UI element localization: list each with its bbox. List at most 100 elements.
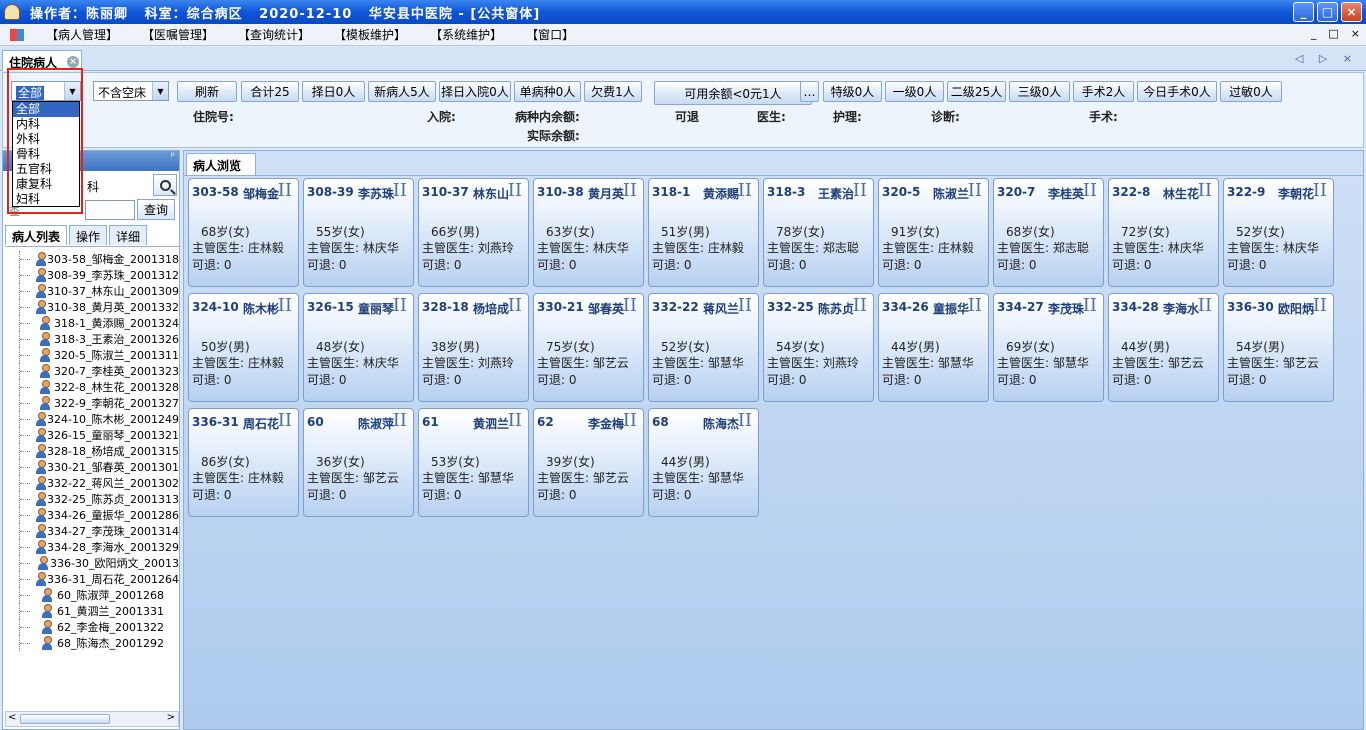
tab-close-icon[interactable]: ×: [67, 56, 79, 68]
horizontal-scrollbar[interactable]: < >: [5, 711, 179, 727]
search-button[interactable]: [153, 174, 177, 196]
patient-card[interactable]: 322-8 林生花 II 72岁(女) 主管医生: 林庆华 可退: 0: [1108, 178, 1219, 287]
patient-card[interactable]: 328-18 杨培成 II 38岁(男) 主管医生: 刘燕玲 可退: 0: [418, 293, 529, 402]
mdi-close-button[interactable]: ×: [1351, 27, 1360, 40]
arrears-button[interactable]: 欠费1人: [584, 81, 642, 102]
patient-card[interactable]: 322-9 李朝花 II 52岁(女) 主管医生: 林庆华 可退: 0: [1223, 178, 1334, 287]
allergy-button[interactable]: 过敏0人: [1220, 81, 1282, 102]
tree-item-patient[interactable]: 62_李金梅_2001322: [5, 619, 179, 635]
patient-card[interactable]: 310-38 黄月英 II 63岁(女) 主管医生: 林庆华 可退: 0: [533, 178, 644, 287]
tree-item-patient[interactable]: 336-31_周石花_2001264: [5, 571, 179, 587]
maximize-button[interactable]: □: [1317, 2, 1338, 22]
tree-item-patient[interactable]: 322-8_林生花_2001328: [5, 379, 179, 395]
patient-card[interactable]: 320-7 李桂英 II 68岁(女) 主管医生: 郑志聪 可退: 0: [993, 178, 1104, 287]
tree-item-patient[interactable]: 334-28_李海水_2001329: [5, 539, 179, 555]
tree-item-patient[interactable]: 328-18_杨培成_2001315: [5, 443, 179, 459]
scheduled-button[interactable]: 择日0人: [302, 81, 365, 102]
patient-card[interactable]: 326-15 童丽琴 II 48岁(女) 主管医生: 林庆华 可退: 0: [303, 293, 414, 402]
scroll-left-icon[interactable]: <: [8, 712, 16, 723]
tree-item-patient[interactable]: 332-25_陈苏贞_2001313: [5, 491, 179, 507]
tree-item-patient[interactable]: 320-7_李桂英_2001323: [5, 363, 179, 379]
close-button[interactable]: ×: [1341, 2, 1362, 22]
patient-card[interactable]: 310-37 林东山 II 66岁(男) 主管医生: 刘燕玲 可退: 0: [418, 178, 529, 287]
tab-nav-icons[interactable]: ◁ ▷ ×: [1295, 52, 1358, 65]
patient-search-input[interactable]: [85, 200, 135, 220]
special-level-button[interactable]: 特级0人: [823, 81, 882, 102]
patient-card[interactable]: 332-25 陈苏贞 II 54岁(女) 主管医生: 刘燕玲 可退: 0: [763, 293, 874, 402]
scroll-right-icon[interactable]: >: [167, 712, 175, 723]
tab-details[interactable]: 详细: [109, 225, 148, 245]
tree-item-patient[interactable]: 324-10_陈木彬_2001249: [5, 411, 179, 427]
patient-card[interactable]: 330-21 邹春英 II 75岁(女) 主管医生: 邹艺云 可退: 0: [533, 293, 644, 402]
tree-item-patient[interactable]: 322-9_李朝花_2001327: [5, 395, 179, 411]
minimize-button[interactable]: _: [1293, 2, 1314, 22]
tree-item-patient[interactable]: 60_陈淑萍_2001268: [5, 587, 179, 603]
dept-combo[interactable]: 全部 ▼: [11, 81, 81, 101]
patient-card[interactable]: 336-30 欧阳炳 II 54岁(男) 主管医生: 邹艺云 可退: 0: [1223, 293, 1334, 402]
patient-card[interactable]: 336-31 周石花 II 86岁(女) 主管医生: 庄林毅 可退: 0: [188, 408, 299, 517]
tab-patient-list[interactable]: 病人列表: [5, 225, 68, 245]
tab-inpatients[interactable]: 住院病人 ×: [2, 50, 82, 71]
menu-order-management[interactable]: 【医嘱管理】: [130, 26, 226, 43]
tree-item-patient[interactable]: 318-3_王素治_2001326: [5, 331, 179, 347]
patient-card[interactable]: 334-26 童振华 II 44岁(男) 主管医生: 邹慧华 可退: 0: [878, 293, 989, 402]
tree-item-patient[interactable]: 326-15_童丽琴_2001321: [5, 427, 179, 443]
patient-card[interactable]: 332-22 蒋风兰 II 52岁(女) 主管医生: 邹慧华 可退: 0: [648, 293, 759, 402]
patient-card[interactable]: 318-3 王素治 II 78岁(女) 主管医生: 郑志聪 可退: 0: [763, 178, 874, 287]
surgery-button[interactable]: 手术2人: [1073, 81, 1134, 102]
chevron-down-icon[interactable]: ▼: [152, 82, 168, 100]
tree-item-patient[interactable]: 303-58_邹梅金_2001318: [5, 251, 179, 267]
tree-item-patient[interactable]: 61_黄泗兰_2001331: [5, 603, 179, 619]
patient-card[interactable]: 68 陈海杰 II 44岁(男) 主管医生: 邹慧华 可退: 0: [648, 408, 759, 517]
patient-card[interactable]: 324-10 陈木彬 II 50岁(男) 主管医生: 庄林毅 可退: 0: [188, 293, 299, 402]
patient-card[interactable]: 318-1 黄添赐 II 51岁(男) 主管医生: 庄林毅 可退: 0: [648, 178, 759, 287]
level-three-button[interactable]: 三级0人: [1009, 81, 1070, 102]
menu-query-stats[interactable]: 【查询统计】: [226, 26, 322, 43]
tree-item-patient[interactable]: 308-39_李苏珠_2001312: [5, 267, 179, 283]
refresh-button[interactable]: 刷新: [177, 81, 237, 102]
mdi-restore-button[interactable]: □: [1328, 27, 1338, 40]
patient-card[interactable]: 334-27 李茂珠 II 69岁(女) 主管医生: 邹慧华 可退: 0: [993, 293, 1104, 402]
tree-item-patient[interactable]: 310-37_林东山_2001309: [5, 283, 179, 299]
patient-card[interactable]: 303-58 邹梅金 II 68岁(女) 主管医生: 庄林毅 可退: 0: [188, 178, 299, 287]
menu-patient-management[interactable]: 【病人管理】: [34, 26, 130, 43]
tree-item-patient[interactable]: 330-21_邹春英_2001301: [5, 459, 179, 475]
tab-patient-browse[interactable]: 病人浏览: [186, 153, 256, 175]
single-disease-button[interactable]: 单病种0人: [514, 81, 581, 102]
tree-item-patient[interactable]: 332-22_蒋风兰_2001302: [5, 475, 179, 491]
today-surgery-button[interactable]: 今日手术0人: [1137, 81, 1217, 102]
bed-filter-combo[interactable]: 不含空床 ▼: [93, 81, 169, 101]
patient-card[interactable]: 334-28 李海水 II 44岁(男) 主管医生: 邹艺云 可退: 0: [1108, 293, 1219, 402]
tree-item-patient[interactable]: 334-27_李茂珠_2001314: [5, 523, 179, 539]
tree-item-patient[interactable]: 68_陈海杰_2001292: [5, 635, 179, 651]
menu-template-maintenance[interactable]: 【模板维护】: [322, 26, 418, 43]
tree-item-patient[interactable]: 336-30_欧阳炳文_20013: [5, 555, 179, 571]
patient-card[interactable]: 62 李金梅 II 39岁(女) 主管医生: 邹艺云 可退: 0: [533, 408, 644, 517]
new-patients-button[interactable]: 新病人5人: [368, 81, 436, 102]
dept-option-all[interactable]: 全部: [13, 102, 79, 117]
level-one-button[interactable]: 一级0人: [885, 81, 944, 102]
mdi-minimize-button[interactable]: _: [1311, 27, 1317, 40]
chevron-down-icon[interactable]: ▼: [64, 82, 80, 100]
patient-card[interactable]: 308-39 李苏珠 II 55岁(女) 主管医生: 林庆华 可退: 0: [303, 178, 414, 287]
more-button[interactable]: …: [800, 81, 819, 102]
menu-window[interactable]: 【窗口】: [514, 26, 586, 43]
dept-option-surgery[interactable]: 外科: [13, 132, 79, 147]
patient-card[interactable]: 320-5 陈淑兰 II 91岁(女) 主管医生: 庄林毅 可退: 0: [878, 178, 989, 287]
tree-item-patient[interactable]: 310-38_黄月英_2001332: [5, 299, 179, 315]
balance-below-zero-button[interactable]: 可用余额<0元1人: [654, 81, 812, 105]
level-two-button[interactable]: 二级25人: [947, 81, 1006, 102]
patient-card[interactable]: 60 陈淑萍 II 36岁(女) 主管医生: 邹艺云 可退: 0: [303, 408, 414, 517]
pin-icon[interactable]: ᵖ: [171, 151, 175, 162]
dept-option-orthopedics[interactable]: 骨科: [13, 147, 79, 162]
tree-item-patient[interactable]: 318-1_黄添赐_2001324: [5, 315, 179, 331]
tree-item-patient[interactable]: 334-26_童振华_2001286: [5, 507, 179, 523]
menu-system-maintenance[interactable]: 【系统维护】: [418, 26, 514, 43]
tab-operations[interactable]: 操作: [69, 225, 108, 245]
tree-item-patient[interactable]: 320-5_陈淑兰_2001311: [5, 347, 179, 363]
dept-option-gynecology[interactable]: 妇科: [13, 192, 79, 207]
dept-option-ent[interactable]: 五官科: [13, 162, 79, 177]
dept-option-rehab[interactable]: 康复科: [13, 177, 79, 192]
scroll-thumb[interactable]: [20, 714, 110, 724]
query-button[interactable]: 查询: [137, 199, 175, 220]
